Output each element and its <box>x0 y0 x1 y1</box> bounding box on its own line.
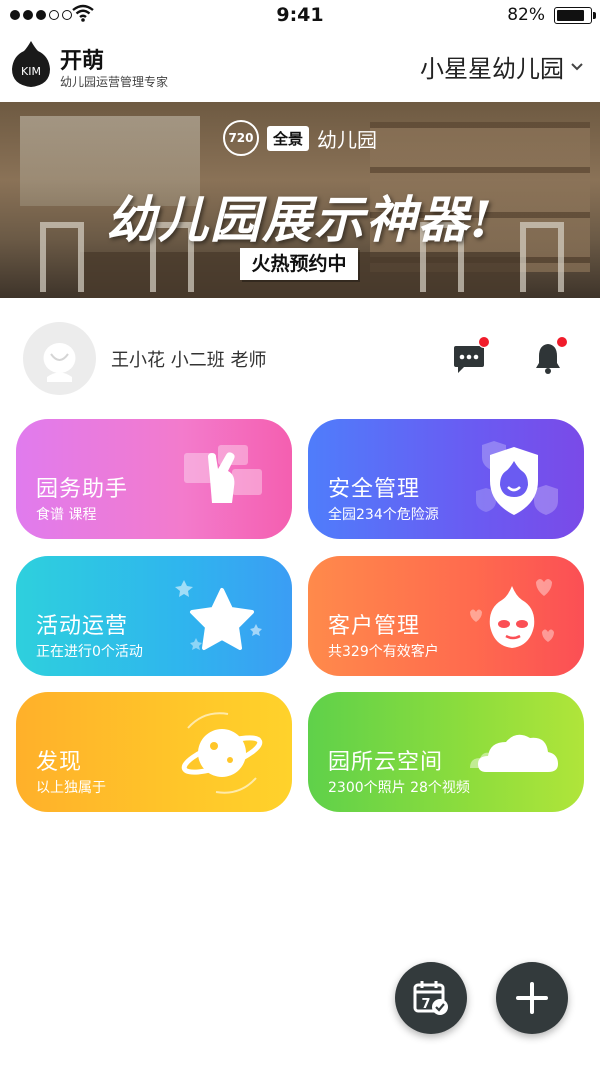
card-title: 园所云空间 <box>328 750 444 775</box>
calendar-check-icon: 7 <box>413 981 448 1015</box>
shield-mascot-icon <box>476 441 558 515</box>
planet-icon <box>181 712 263 794</box>
card-campus-assistant[interactable]: 园务助手 食谱 课程 <box>16 419 292 539</box>
plus-icon <box>516 982 548 1014</box>
card-subtitle: 食谱 课程 <box>36 507 97 523</box>
school-name: 小星星幼儿园 <box>420 55 564 83</box>
card-title: 活动运营 <box>36 614 129 639</box>
banner-header: 720 全景 幼儿园 <box>0 120 600 156</box>
card-subtitle: 以上独属于 <box>36 780 106 796</box>
hand-documents-icon <box>184 445 262 503</box>
add-button[interactable] <box>496 962 568 1034</box>
school-selector[interactable]: 小星星幼儿园 <box>420 49 584 84</box>
card-discover[interactable]: 发现 以上独属于 <box>16 692 292 812</box>
calendar-button[interactable]: 7 <box>395 962 467 1034</box>
card-subtitle: 共329个有效客户 <box>328 644 439 660</box>
user-row: 王小花 小二班 老师 <box>0 318 600 398</box>
card-subtitle: 全园234个危险源 <box>328 507 439 523</box>
card-title: 园务助手 <box>36 477 129 502</box>
avatar[interactable] <box>23 322 96 395</box>
card-cloud-space[interactable]: 园所云空间 2300个照片 28个视频 <box>308 692 584 812</box>
app-header: KIM 开萌 幼儿园运营管理专家 小星星幼儿园 <box>0 32 600 100</box>
panorama-720-icon: 720 <box>222 120 259 156</box>
battery-percent: 82% <box>507 5 545 25</box>
brand-subtitle: 幼儿园运营管理专家 <box>60 75 169 89</box>
svg-text:KIM: KIM <box>21 65 41 78</box>
banner-title: 幼儿园展示神器! <box>106 190 494 249</box>
card-title: 客户管理 <box>328 614 421 639</box>
promo-banner[interactable]: 720 全景 幼儿园 幼儿园展示神器! 火热预约中 <box>0 102 600 298</box>
battery-level <box>557 10 584 21</box>
user-info: 王小花 小二班 老师 <box>111 350 267 371</box>
card-subtitle: 正在进行0个活动 <box>36 644 143 660</box>
cloud-icon <box>470 734 558 772</box>
banner-tag-suffix: 幼儿园 <box>317 127 377 152</box>
notifications-button[interactable] <box>528 336 568 378</box>
battery-icon <box>554 7 596 24</box>
card-subtitle: 2300个照片 28个视频 <box>328 780 470 796</box>
kim-logo: KIM <box>12 41 50 87</box>
default-avatar-icon <box>43 343 76 382</box>
svg-text:7: 7 <box>421 997 430 1012</box>
status-bar: 9:41 82% <box>0 0 600 30</box>
star-icon <box>175 580 262 650</box>
banner-cta[interactable]: 火热预约中 <box>240 248 358 280</box>
card-activity-operations[interactable]: 活动运营 正在进行0个活动 <box>16 556 292 676</box>
unread-badge <box>556 336 568 348</box>
card-title: 安全管理 <box>328 477 421 502</box>
messages-button[interactable] <box>450 336 490 378</box>
card-customer-management[interactable]: 客户管理 共329个有效客户 <box>308 556 584 676</box>
chevron-down-icon <box>571 62 583 70</box>
brand-name: 开萌 <box>60 48 105 74</box>
heart-mascot-icon <box>470 579 554 648</box>
banner-tag: 全景 <box>266 125 309 151</box>
unread-badge <box>478 336 490 348</box>
card-safety-management[interactable]: 安全管理 全园234个危险源 <box>308 419 584 539</box>
card-title: 发现 <box>36 750 83 775</box>
